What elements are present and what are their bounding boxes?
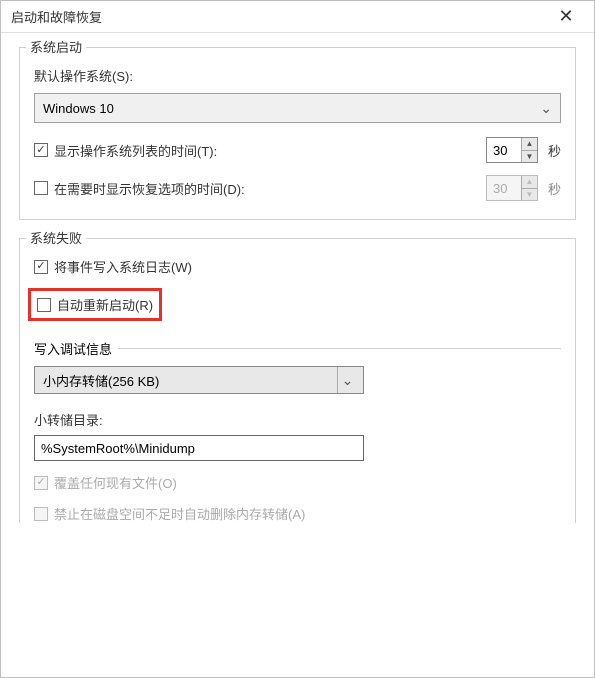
show-os-list-value[interactable] bbox=[487, 143, 521, 158]
dump-directory-label: 小转储目录: bbox=[34, 410, 561, 429]
default-os-value: Windows 10 bbox=[43, 101, 114, 116]
show-os-list-row: 显示操作系统列表的时间(T): ▲ ▼ 秒 bbox=[34, 137, 561, 163]
spinner-up-icon[interactable]: ▲ bbox=[522, 138, 537, 151]
disable-low-disk-label: 禁止在磁盘空间不足时自动删除内存转储(A) bbox=[54, 504, 305, 523]
chevron-down-icon: ⌄ bbox=[540, 100, 552, 117]
overwrite-row: 覆盖任何现有文件(O) bbox=[34, 473, 561, 492]
overwrite-label: 覆盖任何现有文件(O) bbox=[54, 473, 177, 492]
dump-directory-input[interactable] bbox=[34, 435, 364, 461]
system-startup-group: 系统启动 默认操作系统(S): Windows 10 ⌄ 显示操作系统列表的时间… bbox=[19, 47, 576, 220]
show-os-list-checkbox[interactable] bbox=[34, 143, 48, 157]
overwrite-checkbox bbox=[34, 476, 48, 490]
show-recovery-value bbox=[487, 181, 521, 196]
auto-restart-highlight: 自动重新启动(R) bbox=[28, 288, 162, 321]
show-recovery-spinner: ▲ ▼ bbox=[486, 175, 538, 201]
default-os-select[interactable]: Windows 10 ⌄ bbox=[34, 93, 561, 123]
system-startup-legend: 系统启动 bbox=[26, 37, 86, 56]
show-recovery-checkbox[interactable] bbox=[34, 181, 48, 195]
show-recovery-row: 在需要时显示恢复选项的时间(D): ▲ ▼ 秒 bbox=[34, 175, 561, 201]
dialog-title: 启动和故障恢复 bbox=[11, 7, 544, 26]
show-os-list-spinner[interactable]: ▲ ▼ bbox=[486, 137, 538, 163]
auto-restart-label: 自动重新启动(R) bbox=[57, 295, 153, 314]
chevron-down-icon: ⌄ bbox=[337, 367, 357, 393]
disable-low-disk-checkbox bbox=[34, 507, 48, 521]
show-os-list-unit: 秒 bbox=[548, 141, 561, 160]
write-event-label: 将事件写入系统日志(W) bbox=[54, 257, 192, 276]
debug-info-group: 写入调试信息 小内存转储(256 KB) ⌄ 小转储目录: 覆盖任何现有文件(O… bbox=[34, 339, 561, 523]
dump-type-select[interactable]: 小内存转储(256 KB) ⌄ bbox=[34, 366, 364, 394]
show-os-list-label: 显示操作系统列表的时间(T): bbox=[54, 141, 217, 160]
write-event-row: 将事件写入系统日志(W) bbox=[34, 257, 561, 276]
auto-restart-checkbox[interactable] bbox=[37, 298, 51, 312]
dump-type-value: 小内存转储(256 KB) bbox=[43, 371, 159, 390]
show-recovery-unit: 秒 bbox=[548, 179, 561, 198]
close-button[interactable]: ✕ bbox=[544, 3, 588, 31]
titlebar: 启动和故障恢复 ✕ bbox=[1, 1, 594, 33]
startup-recovery-dialog: 启动和故障恢复 ✕ 系统启动 默认操作系统(S): Windows 10 ⌄ 显… bbox=[0, 0, 595, 678]
spinner-down-icon[interactable]: ▼ bbox=[522, 151, 537, 163]
default-os-label: 默认操作系统(S): bbox=[34, 66, 561, 85]
show-recovery-label: 在需要时显示恢复选项的时间(D): bbox=[54, 179, 245, 198]
system-failure-legend: 系统失败 bbox=[26, 228, 86, 247]
close-icon: ✕ bbox=[558, 6, 573, 27]
debug-info-legend: 写入调试信息 bbox=[34, 339, 118, 358]
write-event-checkbox[interactable] bbox=[34, 260, 48, 274]
spinner-down-icon: ▼ bbox=[522, 189, 537, 201]
system-failure-group: 系统失败 将事件写入系统日志(W) 自动重新启动(R) 写入调试信息 小内存转储… bbox=[19, 238, 576, 523]
content-area: 系统启动 默认操作系统(S): Windows 10 ⌄ 显示操作系统列表的时间… bbox=[1, 33, 594, 559]
spinner-up-icon: ▲ bbox=[522, 176, 537, 189]
disable-low-disk-row: 禁止在磁盘空间不足时自动删除内存转储(A) bbox=[34, 504, 561, 523]
